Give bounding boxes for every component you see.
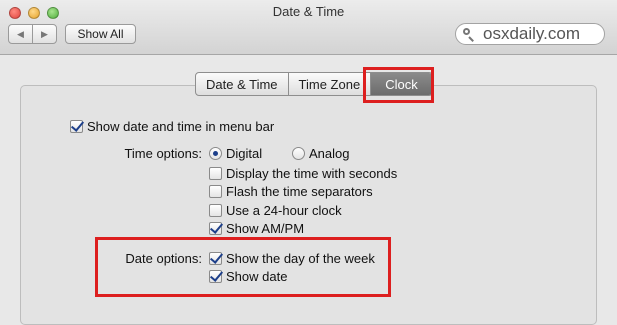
show-am-pm-label: Show AM/PM [226, 221, 305, 236]
forward-arrow-icon[interactable]: ▶ [32, 25, 56, 43]
back-forward-control: ◀ ▶ [8, 24, 57, 44]
window-title: Date & Time [272, 4, 345, 19]
flash-separators-checkbox[interactable] [209, 185, 222, 198]
tab-date-time[interactable]: Date & Time [196, 73, 288, 95]
analog-label: Analog [309, 146, 350, 161]
show-seconds-label: Display the time with seconds [226, 166, 398, 181]
digital-radio[interactable] [209, 147, 222, 160]
24-hour-clock-row[interactable]: Use a 24-hour clock [209, 203, 342, 218]
show-seconds-row[interactable]: Display the time with seconds [209, 166, 397, 181]
clock-tab-highlight [363, 67, 434, 103]
title-bar: Date & Time ◀ ▶ Show All osxdaily.com [0, 0, 617, 55]
24-hour-clock-label: Use a 24-hour clock [226, 203, 342, 218]
digital-label: Digital [226, 146, 263, 161]
search-field[interactable]: osxdaily.com [455, 23, 605, 45]
24-hour-clock-checkbox[interactable] [209, 204, 222, 217]
show-all-button[interactable]: Show All [65, 24, 136, 44]
back-arrow-icon[interactable]: ◀ [9, 25, 32, 43]
tab-time-zone[interactable]: Time Zone [287, 73, 371, 95]
analog-option[interactable]: Analog [292, 146, 349, 161]
show-am-pm-checkbox[interactable] [209, 222, 222, 235]
show-in-menu-bar-label: Show date and time in menu bar [87, 119, 275, 134]
show-date-row[interactable]: Show date [209, 269, 287, 284]
analog-radio[interactable] [292, 147, 305, 160]
show-in-menu-bar-checkbox[interactable] [70, 120, 83, 133]
flash-separators-label: Flash the time separators [226, 184, 373, 199]
show-date-label: Show date [226, 269, 288, 284]
search-input-value[interactable]: osxdaily.com [483, 24, 580, 44]
date-options-label: Date options: [125, 251, 202, 266]
time-options-label: Time options: [124, 146, 202, 161]
digital-option[interactable]: Digital [209, 146, 262, 161]
date-options-highlight [95, 237, 391, 297]
flash-separators-row[interactable]: Flash the time separators [209, 184, 373, 199]
search-icon [463, 28, 475, 42]
show-date-checkbox[interactable] [209, 270, 222, 283]
show-seconds-checkbox[interactable] [209, 167, 222, 180]
show-in-menu-bar-row[interactable]: Show date and time in menu bar [70, 119, 274, 134]
show-am-pm-row[interactable]: Show AM/PM [209, 221, 304, 236]
show-day-of-week-row[interactable]: Show the day of the week [209, 251, 375, 266]
show-day-of-week-checkbox[interactable] [209, 252, 222, 265]
show-day-of-week-label: Show the day of the week [226, 251, 375, 266]
